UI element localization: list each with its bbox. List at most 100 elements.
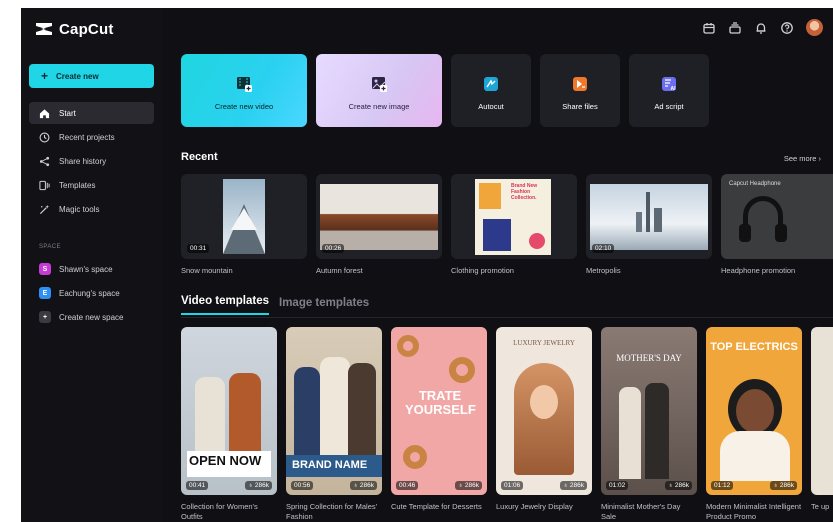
magic-wand-icon — [39, 204, 50, 214]
overlay-text: OPEN NOW — [189, 453, 262, 468]
likes-count: ♁ 286k — [560, 481, 587, 490]
project-thumbnail: 00:31 — [181, 174, 307, 259]
project-name: Autumn forest — [316, 266, 363, 275]
space-list: S Shawn's space E Eachung's space + Crea… — [29, 258, 154, 328]
space-item-shawn[interactable]: S Shawn's space — [29, 258, 154, 280]
create-new-image-button[interactable]: Create new image — [316, 54, 442, 127]
template-card[interactable]: OPEN NOW 00:41 ♁ 286k Collection for Wom… — [181, 327, 277, 522]
space-section-label: SPACE — [39, 244, 61, 250]
create-new-video-button[interactable]: Create new video — [181, 54, 307, 127]
template-icon — [39, 180, 50, 190]
template-thumbnail — [811, 327, 833, 495]
video-plus-icon — [237, 77, 252, 92]
recent-project-card[interactable]: 00:31 Snow mountain — [181, 174, 307, 275]
template-card[interactable]: BRAND NAME 00:56 ♁ 286k Spring Collectio… — [286, 327, 382, 522]
template-thumbnail: MOTHER'S DAY 01:02 ♁ 286k — [601, 327, 697, 495]
template-card[interactable]: MOTHER'S DAY 01:02 ♁ 286k Minimalist Mot… — [601, 327, 697, 522]
tab-video-templates[interactable]: Video templates — [181, 295, 269, 315]
template-name: Te up — [811, 502, 830, 511]
duration-label: 00:41 — [186, 481, 209, 490]
template-name: Luxury Jewelry Display — [496, 502, 573, 511]
duration-label: 00:46 — [396, 481, 419, 490]
autocut-icon — [484, 77, 498, 91]
template-card[interactable]: Te up — [811, 327, 833, 522]
space-item-label: Shawn's space — [59, 264, 113, 274]
sidebar-item-magic-tools[interactable]: Magic tools — [29, 198, 154, 220]
template-thumbnail: TRATE YOURSELF 00:46 ♁ 286k — [391, 327, 487, 495]
project-name: Snow mountain — [181, 266, 233, 275]
recent-project-card[interactable]: Capcut Headphone Headphone promotion — [721, 174, 833, 275]
recent-project-card[interactable]: Brand New Fashion Collection. Clothing p… — [451, 174, 577, 275]
autocut-button[interactable]: Autocut — [451, 54, 531, 127]
overlay-text: MOTHER'S DAY — [616, 353, 682, 363]
action-label: Create new video — [214, 102, 274, 111]
bell-icon[interactable] — [754, 21, 768, 35]
share-files-button[interactable]: Share files — [540, 54, 620, 127]
sidebar-item-share-history[interactable]: Share history — [29, 150, 154, 172]
overlay-text: TRATE YOURSELF — [405, 388, 476, 417]
space-badge: S — [39, 263, 51, 275]
create-new-space-button[interactable]: + Create new space — [29, 306, 154, 328]
template-thumbnail: OPEN NOW 00:41 ♁ 286k — [181, 327, 277, 495]
duration-label: 01:06 — [501, 481, 524, 490]
project-name: Metropolis — [586, 266, 621, 275]
share-files-icon — [573, 77, 587, 91]
clock-icon — [39, 132, 50, 142]
sidebar-item-templates[interactable]: Templates — [29, 174, 154, 196]
help-icon[interactable] — [780, 21, 794, 35]
project-thumbnail: Brand New Fashion Collection. — [451, 174, 577, 259]
template-name: Cute Template for Desserts — [391, 502, 482, 511]
template-card[interactable]: TRATE YOURSELF 00:46 ♁ 286k Cute Templat… — [391, 327, 487, 522]
create-new-button[interactable]: + Create new — [29, 64, 154, 88]
overlay-text: BRAND NAME — [292, 459, 368, 471]
action-label: Share files — [562, 102, 598, 111]
tab-image-templates[interactable]: Image templates — [279, 297, 369, 315]
quick-actions: Create new video Create new image Autocu… — [181, 54, 709, 127]
template-name: Minimalist Mother's Day Sale — [601, 502, 681, 521]
ad-script-icon: AI — [662, 77, 676, 92]
app-logo[interactable]: CapCut — [29, 18, 154, 40]
sidebar-item-start[interactable]: Start — [29, 102, 154, 124]
space-item-label: Eachung's space — [59, 288, 120, 298]
stack-icon[interactable] — [728, 21, 742, 35]
action-label: Create new image — [348, 102, 410, 111]
recent-project-card[interactable]: 00:26 Autumn forest — [316, 174, 442, 275]
image-plus-icon — [372, 77, 387, 92]
template-thumbnail: TOP ELECTRICS 01:12 ♁ 286k — [706, 327, 802, 495]
ad-script-button[interactable]: AI Ad script — [629, 54, 709, 127]
tab-divider — [181, 317, 833, 318]
recent-project-card[interactable]: 02:10 Metropolis — [586, 174, 712, 275]
sidebar-item-label: Share history — [59, 156, 107, 166]
template-card[interactable]: LUXURY JEWELRY 01:06 ♁ 286k Luxury Jewel… — [496, 327, 592, 522]
create-new-label: Create new — [56, 71, 99, 81]
space-item-label: Create new space — [59, 312, 124, 322]
overlay-text: TOP ELECTRICS — [710, 341, 798, 353]
plus-icon: + — [39, 311, 51, 323]
action-label: Autocut — [478, 102, 504, 111]
share-icon — [39, 156, 50, 166]
capcut-window: CapCut + Create new Start Recent project… — [21, 8, 833, 522]
likes-count: ♁ 286k — [770, 481, 797, 490]
overlay-text: LUXURY JEWELRY — [513, 339, 575, 347]
avatar[interactable] — [806, 19, 823, 36]
top-toolbar — [702, 19, 823, 36]
duration-label: 00:31 — [187, 244, 210, 253]
action-label: Ad script — [654, 102, 684, 111]
space-item-eachung[interactable]: E Eachung's space — [29, 282, 154, 304]
sidebar-item-label: Templates — [59, 180, 96, 190]
sidebar-item-label: Start — [59, 108, 76, 118]
project-name: Clothing promotion — [451, 266, 514, 275]
recent-projects-row: 00:31 Snow mountain 00:26 Autumn forest — [181, 174, 833, 275]
template-card[interactable]: TOP ELECTRICS 01:12 ♁ 286k Modern Minima… — [706, 327, 802, 522]
space-badge: E — [39, 287, 51, 299]
app-name: CapCut — [59, 20, 114, 38]
recent-section-title: Recent — [181, 151, 218, 163]
sidebar-item-recent-projects[interactable]: Recent projects — [29, 126, 154, 148]
duration-label: 02:10 — [592, 244, 615, 253]
duration-label: 00:26 — [322, 244, 345, 253]
plus-icon: + — [41, 69, 49, 83]
see-more-link[interactable]: See more › — [784, 154, 821, 163]
calendar-gift-icon[interactable] — [702, 21, 716, 35]
likes-count: ♁ 286k — [665, 481, 692, 490]
project-thumbnail: 00:26 — [316, 174, 442, 259]
